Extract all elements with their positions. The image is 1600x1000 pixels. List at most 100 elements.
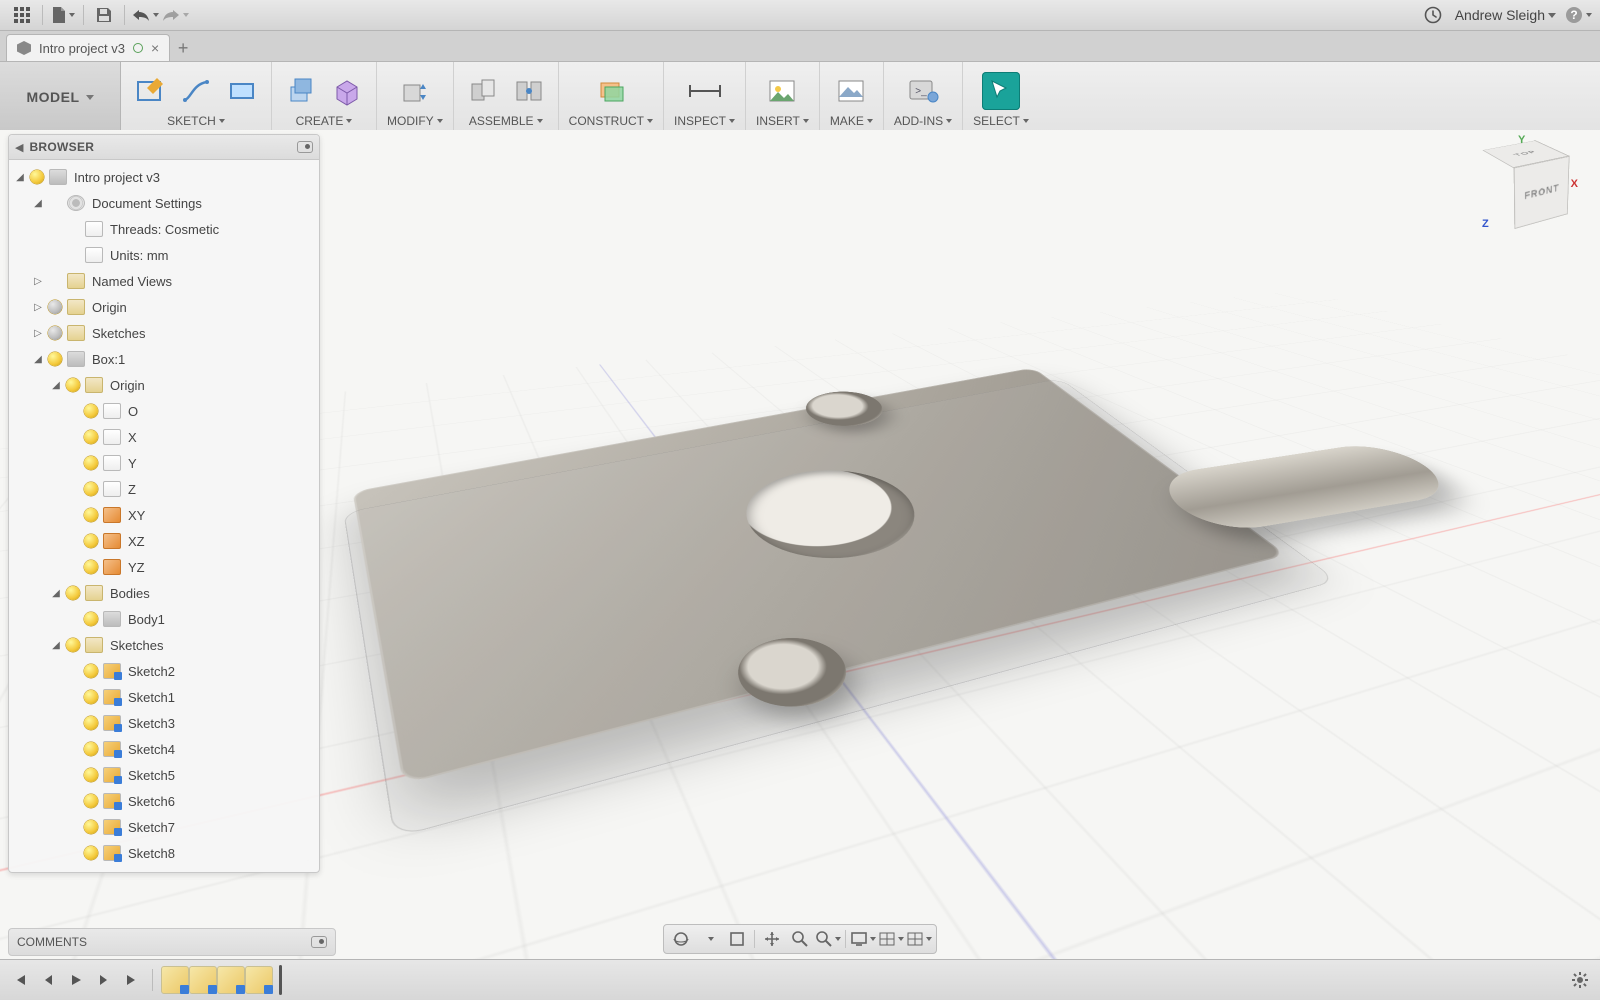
scripts-addins-icon[interactable]: >_ <box>904 72 942 110</box>
ribbon-label[interactable]: SELECT <box>973 114 1029 128</box>
browser-options-icon[interactable] <box>297 141 313 153</box>
ribbon-label[interactable]: MAKE <box>830 114 873 128</box>
viewport-layout-icon[interactable] <box>906 928 932 950</box>
visibility-bulb-icon[interactable] <box>84 560 98 574</box>
disclosure-triangle-icon[interactable]: ◢ <box>33 198 43 209</box>
timeline-feature[interactable] <box>161 966 189 994</box>
apps-grid-icon[interactable] <box>8 2 36 28</box>
visibility-bulb-icon[interactable] <box>30 170 44 184</box>
visibility-bulb-icon[interactable] <box>84 716 98 730</box>
tree-sketch8[interactable]: Sketch8 <box>9 840 319 866</box>
workspace-switcher[interactable]: MODEL <box>0 62 121 132</box>
disclosure-triangle-icon[interactable]: ◢ <box>51 588 61 599</box>
comments-panel[interactable]: COMMENTS <box>8 928 336 956</box>
disclosure-triangle-icon[interactable]: ▷ <box>33 328 43 339</box>
timeline-start-button[interactable] <box>8 968 32 992</box>
disclosure-triangle-icon[interactable]: ◢ <box>51 640 61 651</box>
box-tool-icon[interactable] <box>328 72 366 110</box>
tree-sketch4[interactable]: Sketch4 <box>9 736 319 762</box>
visibility-bulb-icon[interactable] <box>84 482 98 496</box>
visibility-bulb-icon[interactable] <box>84 456 98 470</box>
visibility-bulb-icon[interactable] <box>84 404 98 418</box>
visibility-bulb-icon[interactable] <box>66 638 80 652</box>
disclosure-triangle-icon[interactable]: ◢ <box>15 172 25 183</box>
tree-sketch7[interactable]: Sketch7 <box>9 814 319 840</box>
visibility-bulb-icon[interactable] <box>84 820 98 834</box>
visibility-bulb-icon[interactable] <box>84 794 98 808</box>
new-component-icon[interactable] <box>464 72 502 110</box>
visibility-bulb-icon[interactable] <box>48 326 62 340</box>
visibility-bulb-icon[interactable] <box>84 612 98 626</box>
new-tab-button[interactable]: + <box>170 35 196 61</box>
pan-tool-icon[interactable] <box>759 928 785 950</box>
tree-doc-settings[interactable]: ◢Document Settings <box>9 190 319 216</box>
timeline-marker[interactable] <box>279 965 282 995</box>
user-menu[interactable]: Andrew Sleigh <box>1449 7 1562 23</box>
look-at-icon[interactable] <box>724 928 750 950</box>
3d-print-icon[interactable] <box>832 72 870 110</box>
disclosure-triangle-icon[interactable]: ◢ <box>51 380 61 391</box>
tree-sketches-top[interactable]: ▷Sketches <box>9 320 319 346</box>
tree-comp-origin[interactable]: ◢Origin <box>9 372 319 398</box>
visibility-bulb-icon[interactable] <box>84 690 98 704</box>
visibility-bulb-icon[interactable] <box>84 742 98 756</box>
orbit-dropdown-icon[interactable] <box>696 928 722 950</box>
tree-threads[interactable]: Threads: Cosmetic <box>9 216 319 242</box>
visibility-bulb-icon[interactable] <box>84 508 98 522</box>
collapse-browser-icon[interactable]: ◀ <box>15 141 23 154</box>
visibility-bulb-icon[interactable] <box>84 664 98 678</box>
tree-box-component[interactable]: ◢Box:1 <box>9 346 319 372</box>
tree-units[interactable]: Units: mm <box>9 242 319 268</box>
ribbon-label[interactable]: ASSEMBLE <box>469 114 543 128</box>
ribbon-label[interactable]: CREATE <box>296 114 353 128</box>
tree-origin-yz[interactable]: YZ <box>9 554 319 580</box>
visibility-bulb-icon[interactable] <box>84 768 98 782</box>
timeline-step-fwd-button[interactable] <box>92 968 116 992</box>
help-button[interactable]: ? <box>1564 2 1592 28</box>
tree-root[interactable]: ◢Intro project v3 <box>9 164 319 190</box>
tree-named-views[interactable]: ▷Named Views <box>9 268 319 294</box>
viewport-3d[interactable]: TOP FRONT X Y Z ◀ BROWSER ◢Intro project… <box>0 130 1600 960</box>
ribbon-label[interactable]: CONSTRUCT <box>569 114 653 128</box>
redo-button[interactable] <box>161 2 189 28</box>
disclosure-triangle-icon[interactable]: ▷ <box>33 276 43 287</box>
undo-button[interactable] <box>131 2 159 28</box>
ribbon-label[interactable]: ADD-INS <box>894 114 952 128</box>
timeline-settings-button[interactable] <box>1568 968 1592 992</box>
file-menu-button[interactable] <box>49 2 77 28</box>
comments-options-icon[interactable] <box>311 936 327 948</box>
tree-origin-o[interactable]: O <box>9 398 319 424</box>
disclosure-triangle-icon[interactable]: ◢ <box>33 354 43 365</box>
document-tab-active[interactable]: Intro project v3 × <box>6 34 170 61</box>
tree-bodies[interactable]: ◢Bodies <box>9 580 319 606</box>
tree-origin-x[interactable]: X <box>9 424 319 450</box>
browser-header[interactable]: ◀ BROWSER <box>9 135 319 160</box>
tree-origin-xy[interactable]: XY <box>9 502 319 528</box>
rectangle-tool-icon[interactable] <box>223 72 261 110</box>
ribbon-label[interactable]: SKETCH <box>167 114 225 128</box>
ribbon-label[interactable]: INSPECT <box>674 114 735 128</box>
tree-sketch3[interactable]: Sketch3 <box>9 710 319 736</box>
zoom-tool-icon[interactable] <box>787 928 813 950</box>
create-sketch-icon[interactable] <box>131 72 169 110</box>
tree-sketch5[interactable]: Sketch5 <box>9 762 319 788</box>
zoom-window-icon[interactable] <box>815 928 841 950</box>
tree-body1[interactable]: Body1 <box>9 606 319 632</box>
joint-tool-icon[interactable] <box>510 72 548 110</box>
visibility-bulb-icon[interactable] <box>66 378 80 392</box>
close-tab-button[interactable]: × <box>151 40 159 56</box>
insert-decal-icon[interactable] <box>763 72 801 110</box>
tree-origin-xz[interactable]: XZ <box>9 528 319 554</box>
grid-settings-icon[interactable] <box>878 928 904 950</box>
timeline-play-button[interactable] <box>64 968 88 992</box>
timeline-feature[interactable] <box>245 966 273 994</box>
timeline-feature[interactable] <box>189 966 217 994</box>
extrude-tool-icon[interactable] <box>282 72 320 110</box>
orbit-tool-icon[interactable] <box>668 928 694 950</box>
visibility-bulb-icon[interactable] <box>48 300 62 314</box>
timeline-step-back-button[interactable] <box>36 968 60 992</box>
visibility-bulb-icon[interactable] <box>84 430 98 444</box>
measure-tool-icon[interactable] <box>686 72 724 110</box>
visibility-bulb-icon[interactable] <box>48 352 62 366</box>
save-button[interactable] <box>90 2 118 28</box>
